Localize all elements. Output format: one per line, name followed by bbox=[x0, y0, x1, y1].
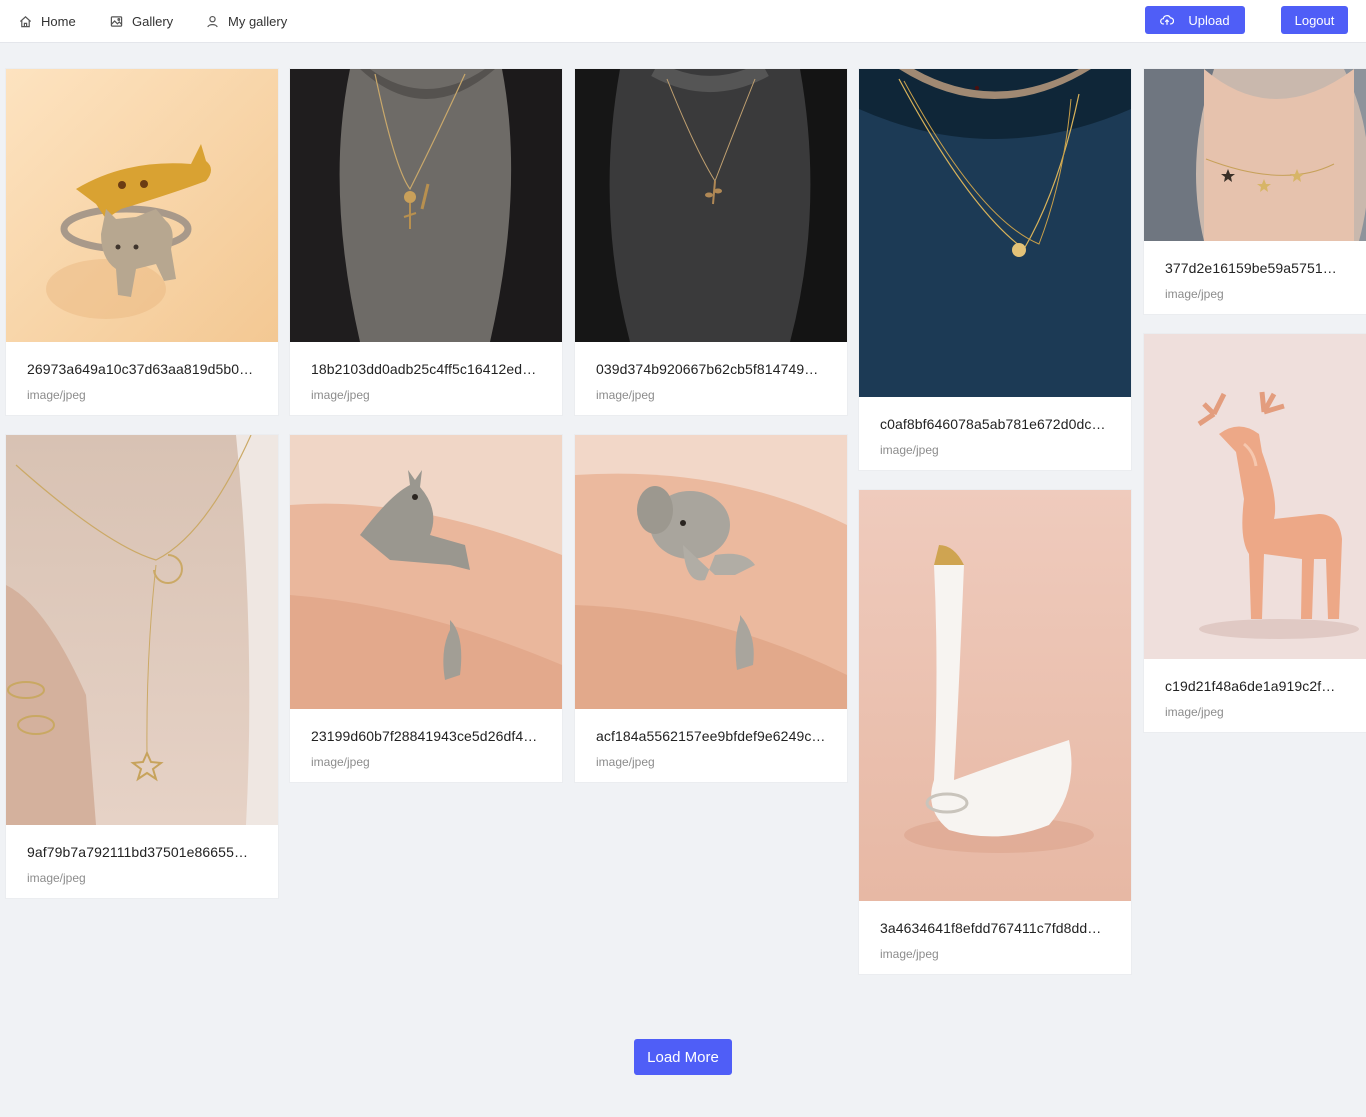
gallery-image[interactable] bbox=[859, 490, 1131, 901]
nav-home[interactable]: Home bbox=[19, 0, 76, 42]
gallery-image[interactable] bbox=[6, 435, 278, 825]
gallery-card[interactable]: 26973a649a10c37d63aa819d5b0… image/jpeg bbox=[5, 68, 279, 416]
image-filename: 3a4634641f8efdd767411c7fd8dd… bbox=[880, 920, 1102, 936]
top-navigation-bar: Home Gallery My gallery Upload Logout bbox=[0, 0, 1366, 43]
cloud-upload-icon bbox=[1160, 15, 1175, 25]
gallery-card[interactable]: 039d374b920667b62cb5f8147498… image/jpeg bbox=[574, 68, 848, 416]
image-filename: 26973a649a10c37d63aa819d5b0… bbox=[27, 361, 254, 377]
gallery-image[interactable] bbox=[859, 69, 1131, 397]
image-filename: 18b2103dd0adb25c4ff5c16412ed… bbox=[311, 361, 537, 377]
gallery-image[interactable] bbox=[290, 435, 562, 709]
layered-necklace-illustration bbox=[859, 69, 1131, 397]
gallery-card[interactable]: acf184a5562157ee9bfdef9e6249c… image/jpe… bbox=[574, 434, 848, 783]
nav-my-gallery[interactable]: My gallery bbox=[206, 0, 287, 42]
gallery-image[interactable] bbox=[1144, 69, 1366, 241]
image-mime-type: image/jpeg bbox=[311, 388, 370, 402]
image-mime-type: image/jpeg bbox=[596, 755, 655, 769]
image-mime-type: image/jpeg bbox=[880, 947, 939, 961]
gallery-card[interactable]: 377d2e16159be59a5751… image/jpeg bbox=[1143, 68, 1366, 315]
elephant-ring-illustration bbox=[575, 435, 847, 709]
gallery-card[interactable]: 3a4634641f8efdd767411c7fd8dd… image/jpeg bbox=[858, 489, 1132, 975]
swan-ring-holder-illustration bbox=[859, 490, 1131, 901]
flower-necklace-illustration bbox=[290, 69, 562, 342]
image-mime-type: image/jpeg bbox=[27, 388, 86, 402]
giraffe-ring-illustration bbox=[290, 435, 562, 709]
logout-button[interactable]: Logout bbox=[1281, 6, 1348, 34]
cat-rings-illustration bbox=[6, 69, 278, 342]
image-filename: c19d21f48a6de1a919c2f… bbox=[1165, 678, 1336, 694]
gallery-card[interactable]: 18b2103dd0adb25c4ff5c16412ed… image/jpeg bbox=[289, 68, 563, 416]
nav-gallery[interactable]: Gallery bbox=[110, 0, 173, 42]
image-filename: acf184a5562157ee9bfdef9e6249c… bbox=[596, 728, 826, 744]
image-filename: 377d2e16159be59a5751… bbox=[1165, 260, 1337, 276]
gallery-image[interactable] bbox=[1144, 334, 1366, 659]
gallery-card[interactable]: c19d21f48a6de1a919c2f… image/jpeg bbox=[1143, 333, 1366, 733]
nav-home-label: Home bbox=[41, 13, 76, 29]
gallery-card[interactable]: c0af8bf646078a5ab781e672d0dc… image/jpeg bbox=[858, 68, 1132, 471]
nav-my-gallery-label: My gallery bbox=[228, 13, 288, 29]
image-filename: c0af8bf646078a5ab781e672d0dc… bbox=[880, 416, 1106, 432]
star-choker-illustration bbox=[1144, 69, 1366, 241]
image-filename: 039d374b920667b62cb5f8147498… bbox=[596, 361, 826, 377]
lariat-necklace-illustration bbox=[6, 435, 278, 825]
image-mime-type: image/jpeg bbox=[596, 388, 655, 402]
image-mime-type: image/jpeg bbox=[311, 755, 370, 769]
image-mime-type: image/jpeg bbox=[27, 871, 86, 885]
nav-gallery-label: Gallery bbox=[132, 13, 174, 29]
image-filename: 9af79b7a792111bd37501e86655… bbox=[27, 844, 249, 860]
gallery-image[interactable] bbox=[575, 69, 847, 342]
upload-button[interactable]: Upload bbox=[1145, 6, 1245, 34]
deer-ring-holder-illustration bbox=[1144, 334, 1366, 659]
home-icon bbox=[19, 15, 32, 27]
load-more-button[interactable]: Load More bbox=[634, 1039, 732, 1075]
gallery-image[interactable] bbox=[6, 69, 278, 342]
logout-button-label: Logout bbox=[1294, 12, 1335, 28]
picture-icon bbox=[110, 15, 123, 27]
gallery-card[interactable]: 23199d60b7f28841943ce5d26df4… image/jpeg bbox=[289, 434, 563, 783]
gallery-image[interactable] bbox=[575, 435, 847, 709]
image-mime-type: image/jpeg bbox=[880, 443, 939, 457]
upload-button-label: Upload bbox=[1188, 12, 1230, 28]
gallery-card[interactable]: 9af79b7a792111bd37501e86655… image/jpeg bbox=[5, 434, 279, 899]
image-filename: 23199d60b7f28841943ce5d26df4… bbox=[311, 728, 538, 744]
gallery-image[interactable] bbox=[290, 69, 562, 342]
image-mime-type: image/jpeg bbox=[1165, 287, 1224, 301]
image-mime-type: image/jpeg bbox=[1165, 705, 1224, 719]
leaf-necklace-illustration bbox=[575, 69, 847, 342]
user-icon bbox=[207, 15, 218, 27]
